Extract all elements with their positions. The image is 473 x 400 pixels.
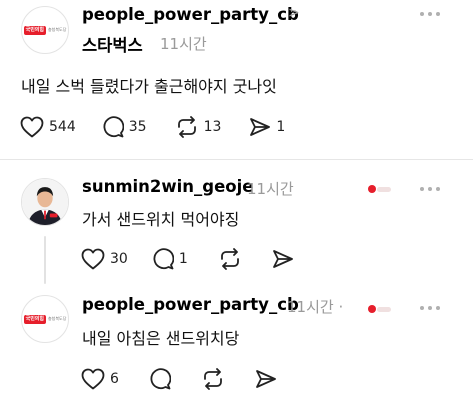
logo-grey-text: 충청북도당	[48, 27, 67, 32]
logo-grey-text: 충청북도당	[48, 316, 67, 321]
share-button[interactable]: 1	[249, 117, 285, 137]
action-bar: 30 1	[81, 248, 294, 270]
party-logo: 국민의힘 충청북도당	[23, 25, 67, 35]
username[interactable]: people_power_party_cb	[82, 5, 299, 24]
share-icon	[256, 370, 276, 388]
reply-text: 가서 샌드위치 먹어야징	[82, 210, 240, 229]
avatar[interactable]: 국민의힘 충청북도당	[21, 6, 69, 54]
like-count: 30	[110, 251, 128, 267]
share-icon	[250, 118, 271, 136]
logo-red-text: 국민의힘	[23, 25, 46, 35]
like-button[interactable]: 544	[20, 116, 76, 138]
heart-icon	[20, 116, 44, 138]
action-bar: 6	[81, 368, 277, 390]
action-bar: 544 35 13 1	[20, 116, 285, 138]
timestamp: 11시간	[247, 180, 294, 198]
timestamp: 11시간	[160, 35, 207, 53]
like-button[interactable]: 30	[81, 248, 128, 270]
more-icon[interactable]	[420, 306, 440, 312]
subtitle[interactable]: 스타벅스	[82, 32, 143, 56]
repost-icon	[220, 248, 239, 270]
chevron-right-icon: >	[288, 5, 300, 21]
heart-icon	[81, 248, 105, 270]
badge-bar	[377, 186, 391, 192]
comment-icon	[153, 248, 174, 270]
share-count: 1	[276, 119, 286, 135]
like-count: 6	[110, 371, 119, 387]
more-icon[interactable]	[420, 187, 440, 193]
heart-icon	[81, 368, 105, 390]
like-count: 544	[49, 119, 76, 135]
reaction-badge	[368, 305, 391, 313]
repost-icon	[177, 116, 196, 138]
like-button[interactable]: 6	[81, 368, 119, 390]
comment-icon	[150, 368, 171, 390]
profile-photo	[22, 179, 68, 225]
comment-count: 1	[178, 251, 188, 267]
repost-button[interactable]: 13	[175, 116, 222, 138]
reaction-badge	[368, 185, 391, 193]
username[interactable]: people_power_party_cb	[82, 295, 299, 314]
comment-button[interactable]	[149, 368, 171, 390]
repost-count: 13	[203, 119, 222, 135]
reply-text: 내일 아침은 샌드위치당	[82, 329, 240, 348]
badge-bar	[377, 306, 391, 312]
heart-icon	[368, 305, 376, 313]
more-icon[interactable]	[420, 12, 440, 18]
party-logo: 국민의힘 충청북도당	[23, 314, 67, 324]
share-button[interactable]	[255, 369, 277, 389]
comment-icon	[103, 116, 124, 138]
avatar[interactable]	[21, 178, 69, 226]
repost-button[interactable]	[201, 368, 225, 390]
comment-button[interactable]: 35	[102, 116, 147, 138]
logo-red-text: 국민의힘	[23, 314, 46, 324]
heart-icon	[368, 185, 376, 193]
reply-post: sunmin2win_geoje 11시간 가서 샌드위치 먹어야징 30 1	[0, 160, 473, 285]
comment-count: 35	[128, 119, 147, 135]
post-text: 내일 스벅 들렸다가 출근해야지 굿나잇	[21, 77, 277, 96]
username[interactable]: sunmin2win_geoje	[82, 177, 253, 196]
share-button[interactable]	[272, 249, 294, 269]
main-post: 국민의힘 충청북도당 people_power_party_cb > 스타벅스 …	[0, 0, 473, 160]
thread-line	[44, 236, 46, 284]
reply-post: 국민의힘 충청북도당 people_power_party_cb 11시간 · …	[0, 285, 473, 400]
timestamp: 11시간 ·	[287, 298, 344, 316]
repost-icon	[204, 368, 222, 390]
share-icon	[272, 250, 293, 268]
repost-button[interactable]	[218, 248, 242, 270]
comment-button[interactable]: 1	[152, 248, 188, 270]
avatar[interactable]: 국민의힘 충청북도당	[21, 295, 69, 343]
